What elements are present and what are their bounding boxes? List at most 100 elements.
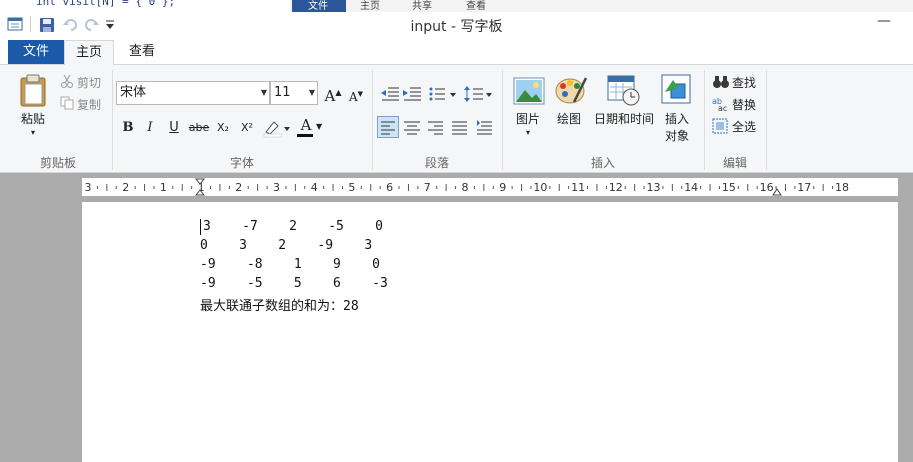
justify-icon[interactable] [450, 117, 470, 137]
align-right-icon[interactable] [426, 117, 446, 137]
tab-home[interactable]: 主页 [64, 40, 114, 65]
ruler-label: 2 [122, 181, 129, 194]
background-tab-strip [290, 0, 913, 12]
shrink-font-icon: A [348, 90, 358, 104]
insert-object-icon[interactable] [661, 74, 693, 106]
replace-button[interactable]: 替换 [732, 96, 756, 113]
ruler-label: 17 [797, 181, 811, 194]
font-size-combo[interactable]: 11 ▼ [270, 81, 318, 105]
ruler-label: 7 [424, 181, 431, 194]
background-tab-label: 文件 [308, 1, 328, 12]
italic-button[interactable]: I [140, 118, 160, 138]
picture-button[interactable]: 图片 [516, 110, 540, 127]
font-group-label: 字体 [229, 156, 254, 170]
chevron-down-icon[interactable]: ▼ [261, 82, 267, 104]
clipboard-group-label: 剪贴板 [39, 156, 76, 170]
text-cursor [200, 219, 201, 235]
bold-button[interactable]: B [118, 118, 138, 138]
strikethrough-button[interactable]: abe [188, 118, 210, 138]
chevron-down-icon[interactable]: ▼ [309, 82, 315, 104]
document-line: -9 -8 1 9 0 [200, 257, 381, 272]
align-left-button[interactable] [377, 116, 399, 138]
document-line: -9 -5 5 6 -3 [200, 276, 388, 291]
background-tab-label: 查看 [466, 1, 486, 12]
chevron-down-icon[interactable]: ▾ [526, 128, 530, 137]
font-family-value: 宋体 [120, 85, 147, 100]
ruler-label: 11 [571, 181, 585, 194]
ruler-label: 2 [235, 181, 242, 194]
ruler-label: 6 [386, 181, 393, 194]
paste-icon[interactable] [18, 74, 50, 108]
select-all-button[interactable]: 全选 [732, 118, 756, 135]
background-tab-label: 主页 [360, 1, 380, 12]
svg-text:ac: ac [718, 104, 727, 112]
ruler[interactable]: 3 2 1 1 2 3 4 5 6 7 8 9 10 11 12 13 14 15 16 17 18 [82, 178, 898, 196]
select-all-icon [712, 118, 728, 134]
copy-icon [60, 96, 74, 110]
ruler-label: 1 [160, 181, 167, 194]
paste-dropdown-icon[interactable]: ▾ [31, 128, 35, 137]
shrink-font-button[interactable]: A▼ [346, 84, 366, 104]
paragraph-settings-icon[interactable] [475, 117, 495, 137]
ruler-label: 4 [311, 181, 318, 194]
ruler-label: 18 [835, 181, 849, 194]
document-line: 最大联通子数组的和为：28 [200, 299, 359, 314]
background-tab-label: 共享 [412, 1, 432, 12]
font-color-button[interactable]: A [296, 116, 316, 134]
line-spacing-icon[interactable] [464, 85, 494, 103]
ruler-label: 8 [462, 181, 469, 194]
font-size-value: 11 [274, 85, 291, 100]
window-title: input - 写字板 [410, 19, 503, 35]
ruler-label: 3 [85, 181, 92, 194]
cut-button[interactable]: 剪切 [77, 74, 101, 91]
paragraph-group-label: 段落 [424, 156, 449, 170]
ruler-ticks: 3 2 1 1 2 3 4 5 6 7 8 9 10 11 12 13 14 15 16 17 18 [82, 178, 849, 196]
ruler-label: 9 [499, 181, 506, 194]
highlight-icon[interactable] [262, 118, 290, 138]
grow-font-button[interactable]: A▲ [323, 83, 343, 105]
font-color-swatch [297, 134, 313, 137]
document-line: 0 3 2 -9 3 [200, 238, 373, 253]
align-left-icon [381, 121, 395, 135]
datetime-button[interactable]: 日期和时间 [594, 110, 654, 127]
grow-font-icon: A [324, 87, 336, 105]
chevron-down-icon[interactable]: ▼ [316, 122, 322, 131]
ruler-label: 5 [348, 181, 355, 194]
font-family-combo[interactable]: 宋体 ▼ [116, 81, 270, 105]
paste-label[interactable]: 粘贴 [21, 110, 45, 127]
tab-view[interactable]: 查看 [120, 40, 164, 64]
insert-object-label-1[interactable]: 插入 [665, 110, 689, 127]
copy-button[interactable]: 复制 [77, 96, 101, 113]
editing-group-label: 编辑 [722, 156, 747, 170]
ruler-label: 12 [609, 181, 623, 194]
ruler-label: 3 [273, 181, 280, 194]
right-indent-marker[interactable] [772, 188, 782, 196]
align-center-icon[interactable] [402, 117, 422, 137]
picture-icon[interactable] [513, 76, 545, 106]
minimize-button[interactable]: — [877, 13, 891, 29]
datetime-icon[interactable] [607, 74, 641, 106]
ruler-label: 10 [533, 181, 547, 194]
tab-file[interactable]: 文件 [8, 40, 64, 64]
subscript-button[interactable]: X₂ [213, 118, 233, 138]
binoculars-icon [713, 76, 729, 88]
background-code-text: int visit[N] = { 0 }; [36, 0, 176, 8]
underline-button[interactable]: U [164, 118, 184, 138]
ruler-label: 14 [684, 181, 698, 194]
superscript-button[interactable]: X² [237, 118, 257, 138]
cut-icon [61, 74, 73, 88]
ruler-label: 13 [647, 181, 661, 194]
increase-indent-icon[interactable] [402, 85, 422, 103]
find-button[interactable]: 查找 [732, 74, 756, 91]
ruler-label: 15 [722, 181, 736, 194]
ruler-label: 16 [760, 181, 774, 194]
replace-icon: ab ac [712, 97, 727, 112]
bullets-icon[interactable] [428, 85, 458, 103]
insert-object-label-2[interactable]: 对象 [665, 127, 689, 144]
paint-icon[interactable] [554, 74, 588, 106]
decrease-indent-icon[interactable] [380, 85, 400, 103]
group-divider [766, 70, 767, 170]
insert-group-label: 插入 [590, 156, 615, 170]
paint-button[interactable]: 绘图 [557, 110, 581, 127]
document-line: 3 -7 2 -5 0 [203, 219, 384, 234]
